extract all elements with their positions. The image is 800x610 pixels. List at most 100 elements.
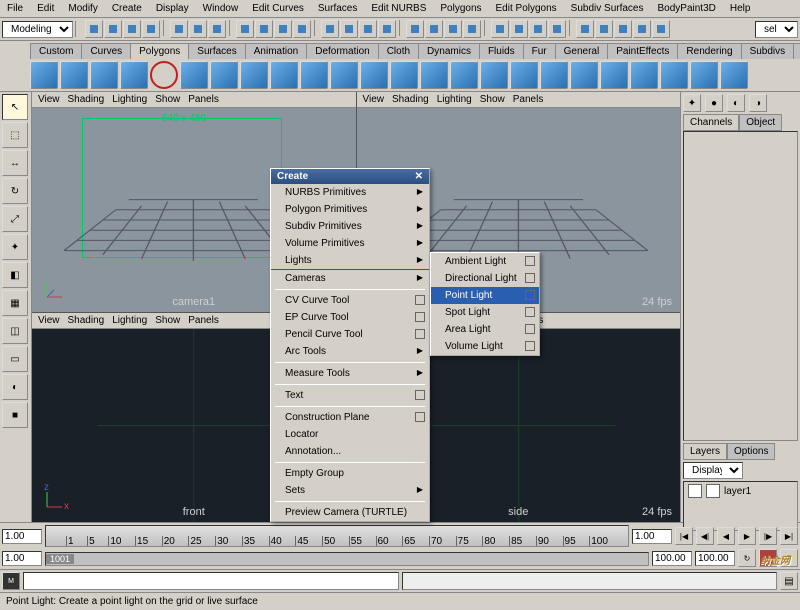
tool-button[interactable]: ⤢	[2, 206, 28, 232]
range-end-field[interactable]	[652, 551, 692, 566]
tool-button[interactable]: ◐	[2, 374, 28, 400]
shelf-icon[interactable]	[240, 61, 268, 89]
menu-edit-polygons[interactable]: Edit Polygons	[493, 2, 560, 15]
tool-button[interactable]: ▦	[2, 290, 28, 316]
shelf-icon[interactable]	[330, 61, 358, 89]
menu-item-lights[interactable]: Lights	[271, 252, 429, 270]
option-box-icon[interactable]	[415, 312, 425, 322]
menu-window[interactable]: Window	[200, 2, 242, 15]
tab-layers[interactable]: Layers	[683, 443, 727, 460]
shelf-tab-painteffects[interactable]: PaintEffects	[607, 43, 678, 59]
menu-create[interactable]: Create	[109, 2, 145, 15]
option-box-icon[interactable]	[525, 256, 535, 266]
time-start-field[interactable]	[2, 529, 42, 544]
toolbar-button[interactable]	[123, 20, 141, 38]
menu-item-subdiv-primitives[interactable]: Subdiv Primitives	[271, 218, 429, 235]
toolbar-button[interactable]	[633, 20, 651, 38]
step-back-button[interactable]: ◀|	[696, 527, 714, 545]
tool-button[interactable]: ↖	[2, 94, 28, 120]
toolbar-button[interactable]	[142, 20, 160, 38]
vp-menu-lighting[interactable]: Lighting	[112, 94, 147, 105]
range-slider[interactable]: 1001	[45, 552, 649, 566]
shelf-icon[interactable]	[180, 61, 208, 89]
shelf-icon[interactable]	[510, 61, 538, 89]
menu-item-ep-curve-tool[interactable]: EP Curve Tool	[271, 309, 429, 326]
option-box-icon[interactable]	[525, 307, 535, 317]
option-box-icon[interactable]	[525, 290, 535, 300]
shelf-icon[interactable]	[720, 61, 748, 89]
option-box-icon[interactable]	[525, 341, 535, 351]
menu-item-polygon-primitives[interactable]: Polygon Primitives	[271, 201, 429, 218]
vp-menu-show[interactable]: Show	[155, 315, 180, 326]
tab-options[interactable]: Options	[727, 443, 775, 460]
tool-button[interactable]: ⬚	[2, 122, 28, 148]
range-end2-field[interactable]	[695, 551, 735, 566]
shelf-icon[interactable]	[270, 61, 298, 89]
shelf-icon[interactable]	[450, 61, 478, 89]
shelf-tab-fur[interactable]: Fur	[523, 43, 556, 59]
shelf-icon[interactable]	[30, 61, 58, 89]
tool-button[interactable]: ■	[2, 402, 28, 428]
loop-button[interactable]: ↻	[738, 549, 756, 567]
shelf-tab-custom[interactable]: Custom	[30, 43, 82, 59]
toolbar-button[interactable]	[595, 20, 613, 38]
shelf-icon[interactable]	[570, 61, 598, 89]
shelf-tab-curves[interactable]: Curves	[81, 43, 131, 59]
toolbar-button[interactable]	[444, 20, 462, 38]
toolbar-button[interactable]	[529, 20, 547, 38]
shelf-tab-subdivs[interactable]: Subdivs	[741, 43, 795, 59]
toolbar-button[interactable]	[274, 20, 292, 38]
menu-edit-curves[interactable]: Edit Curves	[249, 2, 307, 15]
toolbar-button[interactable]	[652, 20, 670, 38]
vp-menu-panels[interactable]: Panels	[188, 315, 219, 326]
menu-surfaces[interactable]: Surfaces	[315, 2, 360, 15]
shelf-icon[interactable]	[630, 61, 658, 89]
menu-file[interactable]: File	[4, 2, 26, 15]
shelf-tab-fluids[interactable]: Fluids	[479, 43, 524, 59]
script-mel-button[interactable]: M	[2, 572, 20, 590]
menu-item-empty-group[interactable]: Empty Group	[271, 465, 429, 482]
vp-menu-panels[interactable]: Panels	[188, 94, 219, 105]
toolbar-button[interactable]	[576, 20, 594, 38]
menu-help[interactable]: Help	[727, 2, 754, 15]
menu-item-sets[interactable]: Sets	[271, 482, 429, 499]
vp-menu-lighting[interactable]: Lighting	[112, 315, 147, 326]
tool-button[interactable]: ↻	[2, 178, 28, 204]
toolbar-button[interactable]	[85, 20, 103, 38]
shelf-icon[interactable]	[120, 61, 148, 89]
toolbar-button[interactable]	[340, 20, 358, 38]
tool-button[interactable]: ✦	[2, 234, 28, 260]
shelf-tab-dynamics[interactable]: Dynamics	[418, 43, 480, 59]
toolbar-button[interactable]	[378, 20, 396, 38]
play-back-button[interactable]: ◀	[717, 527, 735, 545]
tab-object[interactable]: Object	[739, 114, 782, 131]
close-icon[interactable]: ✕	[415, 171, 423, 182]
toolbar-button[interactable]	[406, 20, 424, 38]
toolbar-button[interactable]	[255, 20, 273, 38]
menu-edit[interactable]: Edit	[34, 2, 57, 15]
menu-item-preview-camera-turtle-[interactable]: Preview Camera (TURTLE)	[271, 504, 429, 521]
shelf-icon[interactable]	[210, 61, 238, 89]
layer-display-dropdown[interactable]: Display	[683, 462, 743, 479]
menu-item-construction-plane[interactable]: Construction Plane	[271, 409, 429, 426]
option-box-icon[interactable]	[415, 295, 425, 305]
shelf-icon[interactable]	[420, 61, 448, 89]
vp-menu-shading[interactable]: Shading	[68, 315, 105, 326]
toolbar-button[interactable]	[236, 20, 254, 38]
menu-edit-nurbs[interactable]: Edit NURBS	[368, 2, 429, 15]
menu-item-annotation-[interactable]: Annotation...	[271, 443, 429, 460]
vp-menu-panels[interactable]: Panels	[513, 94, 544, 105]
option-box-icon[interactable]	[525, 273, 535, 283]
shelf-tab-general[interactable]: General	[555, 43, 609, 59]
layer-row[interactable]: layer1	[684, 482, 797, 500]
toolbar-button[interactable]	[614, 20, 632, 38]
vp-menu-shading[interactable]: Shading	[392, 94, 429, 105]
tool-button[interactable]: ▭	[2, 346, 28, 372]
shelf-icon[interactable]	[90, 61, 118, 89]
layer-type-icon[interactable]	[706, 484, 720, 498]
menu-item-ambient-light[interactable]: Ambient Light	[431, 253, 539, 270]
shelf-tab-surfaces[interactable]: Surfaces	[188, 43, 245, 59]
shelf-icon[interactable]	[660, 61, 688, 89]
tool-button[interactable]: ◫	[2, 318, 28, 344]
toolbar-button[interactable]	[208, 20, 226, 38]
